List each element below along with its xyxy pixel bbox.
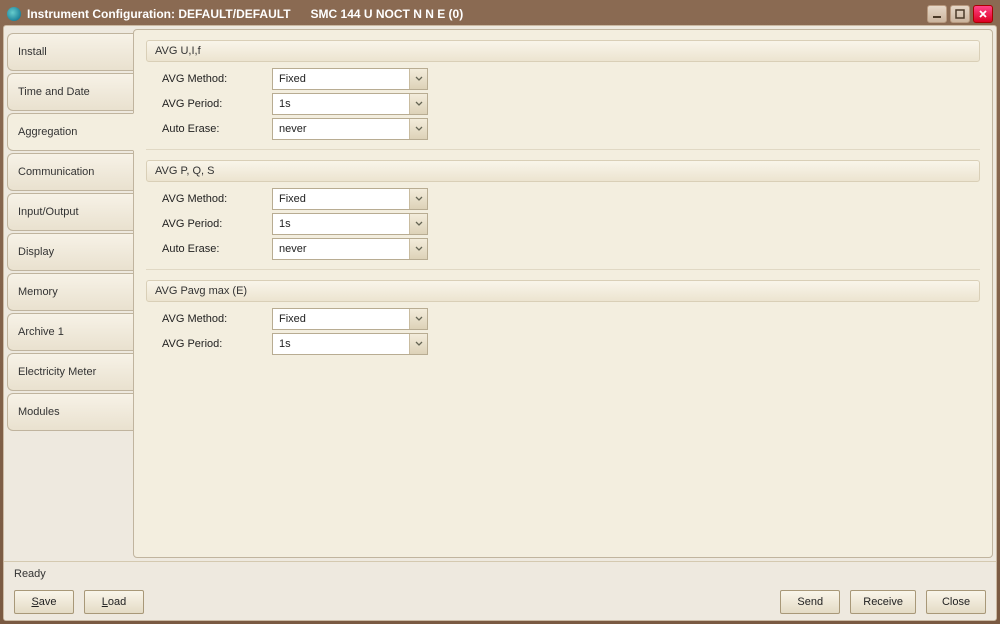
tab-label: Aggregation	[18, 126, 77, 138]
sidebar: Install Time and Date Aggregation Communica…	[7, 29, 133, 558]
select-value[interactable]	[272, 68, 428, 90]
tab-input-output[interactable]: Input/Output	[7, 193, 133, 231]
form-label: AVG Period:	[162, 98, 272, 110]
select-value[interactable]	[272, 93, 428, 115]
select-value[interactable]	[272, 333, 428, 355]
window-controls	[927, 5, 993, 23]
body-area: Install Time and Date Aggregation Communica…	[4, 26, 996, 561]
form-row: AVG Method:	[162, 188, 980, 210]
status-area: Ready Save Load Send Receive Close	[4, 561, 996, 620]
form-label: AVG Period:	[162, 218, 272, 230]
form-row: Auto Erase:	[162, 118, 980, 140]
form-label: AVG Method:	[162, 73, 272, 85]
form-row: AVG Period:	[162, 333, 980, 355]
select[interactable]	[272, 188, 428, 210]
tab-aggregation[interactable]: Aggregation	[7, 113, 134, 151]
form-label: Auto Erase:	[162, 243, 272, 255]
app-window: Instrument Configuration: DEFAULT/DEFAUL…	[0, 0, 1000, 624]
app-icon	[7, 7, 21, 21]
load-rest: oad	[108, 596, 126, 608]
close-window-button[interactable]	[973, 5, 993, 23]
select[interactable]	[272, 213, 428, 235]
send-button[interactable]: Send	[780, 590, 840, 614]
select-value[interactable]	[272, 118, 428, 140]
content-panel: AVG U,I,f AVG Method: AVG Period: Auto Eras…	[133, 29, 993, 558]
tab-memory[interactable]: Memory	[7, 273, 133, 311]
group: AVG U,I,f AVG Method: AVG Period: Auto Eras…	[146, 40, 980, 150]
group-header: AVG U,I,f	[146, 40, 980, 62]
tab-archive-1[interactable]: Archive 1	[7, 313, 133, 351]
select-value[interactable]	[272, 213, 428, 235]
maximize-button[interactable]	[950, 5, 970, 23]
select[interactable]	[272, 333, 428, 355]
select-value[interactable]	[272, 308, 428, 330]
tab-label: Archive 1	[18, 326, 64, 338]
select[interactable]	[272, 238, 428, 260]
tab-label: Electricity Meter	[18, 366, 96, 378]
titlebar[interactable]: Instrument Configuration: DEFAULT/DEFAUL…	[3, 3, 997, 25]
select[interactable]	[272, 118, 428, 140]
tab-label: Memory	[18, 286, 58, 298]
client-area: Install Time and Date Aggregation Communica…	[3, 25, 997, 621]
tab-electricity-meter[interactable]: Electricity Meter	[7, 353, 133, 391]
form-label: AVG Method:	[162, 313, 272, 325]
tab-install[interactable]: Install	[7, 33, 133, 71]
load-button[interactable]: Load	[84, 590, 144, 614]
spacer	[154, 590, 770, 614]
close-button[interactable]: Close	[926, 590, 986, 614]
minimize-button[interactable]	[927, 5, 947, 23]
form-label: AVG Period:	[162, 338, 272, 350]
tab-modules[interactable]: Modules	[7, 393, 133, 431]
group: AVG P, Q, S AVG Method: AVG Period: Auto Er…	[146, 160, 980, 270]
tab-label: Input/Output	[18, 206, 79, 218]
tab-label: Install	[18, 46, 47, 58]
form-row: Auto Erase:	[162, 238, 980, 260]
receive-button[interactable]: Receive	[850, 590, 916, 614]
tab-label: Time and Date	[18, 86, 90, 98]
tab-label: Display	[18, 246, 54, 258]
form-label: AVG Method:	[162, 193, 272, 205]
save-button[interactable]: Save	[14, 590, 74, 614]
tab-communication[interactable]: Communication	[7, 153, 133, 191]
status-text: Ready	[14, 568, 986, 580]
form-row: AVG Method:	[162, 308, 980, 330]
window-title: Instrument Configuration: DEFAULT/DEFAUL…	[27, 7, 927, 21]
select-value[interactable]	[272, 238, 428, 260]
tab-label: Communication	[18, 166, 94, 178]
group: AVG Pavg max (E) AVG Method: AVG Period:	[146, 280, 980, 364]
tab-label: Modules	[18, 406, 60, 418]
group-header: AVG Pavg max (E)	[146, 280, 980, 302]
save-rest: ave	[39, 596, 57, 608]
group-header: AVG P, Q, S	[146, 160, 980, 182]
form-label: Auto Erase:	[162, 123, 272, 135]
button-bar: Save Load Send Receive Close	[14, 590, 986, 614]
form-row: AVG Method:	[162, 68, 980, 90]
select-value[interactable]	[272, 188, 428, 210]
select[interactable]	[272, 93, 428, 115]
tab-time-and-date[interactable]: Time and Date	[7, 73, 133, 111]
tab-display[interactable]: Display	[7, 233, 133, 271]
form-row: AVG Period:	[162, 93, 980, 115]
select[interactable]	[272, 308, 428, 330]
select[interactable]	[272, 68, 428, 90]
form-row: AVG Period:	[162, 213, 980, 235]
